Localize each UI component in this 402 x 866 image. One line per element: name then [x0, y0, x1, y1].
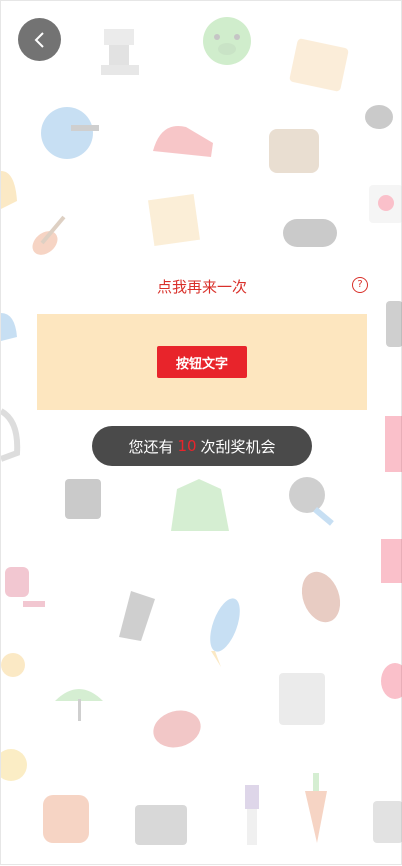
headphones-icon	[1, 408, 21, 462]
scratch-card-button[interactable]: 按钮文字	[157, 346, 247, 378]
frying-pan-icon	[289, 477, 334, 526]
tshirt-icon	[65, 479, 101, 519]
pig-icon	[203, 17, 251, 65]
vacuum-icon	[5, 567, 45, 607]
chances-count: 10	[177, 437, 197, 455]
chances-suffix: 次刮奖机会	[200, 437, 276, 456]
question-circle-icon[interactable]: ?	[352, 277, 368, 293]
gamepad-icon	[283, 219, 337, 247]
rocket-icon	[210, 598, 240, 667]
football-icon	[301, 571, 341, 623]
chances-prefix: 您还有	[128, 437, 174, 456]
notebook-icon	[289, 38, 349, 92]
balloon-icon	[381, 663, 402, 699]
carrot-icon	[305, 773, 327, 843]
helmet-icon	[41, 107, 99, 159]
action-camera-icon	[135, 805, 187, 845]
remaining-chances-badge: 您还有 10 次刮奖机会	[92, 426, 312, 466]
watch-icon	[386, 301, 402, 347]
retry-link[interactable]: 点我再来一次	[1, 276, 402, 297]
calculator-icon	[279, 673, 325, 725]
box-icon	[148, 194, 200, 246]
sunglasses-icon	[365, 105, 393, 129]
back-button[interactable]	[18, 18, 61, 61]
sneaker-icon	[153, 126, 213, 157]
armchair-icon	[269, 129, 319, 173]
chevron-left-icon	[34, 31, 44, 48]
hoodie-icon	[171, 479, 229, 531]
microphone-icon	[1, 653, 25, 677]
guitar-icon	[32, 215, 66, 255]
duck-icon	[1, 749, 27, 781]
umbrella-icon	[55, 689, 103, 721]
camera-icon	[369, 185, 402, 223]
calendar-icon	[381, 539, 402, 583]
chess-piece-icon	[101, 29, 139, 75]
scratch-card-panel[interactable]: 按钮文字	[37, 314, 367, 410]
keyboard-icon	[373, 801, 402, 843]
tablet-icon	[385, 416, 402, 472]
steak-icon	[153, 710, 201, 748]
cap-icon	[1, 313, 17, 341]
jar-icon	[43, 795, 89, 843]
bell-icon	[1, 171, 17, 209]
pen-nib-icon	[119, 591, 155, 641]
paintbrush-icon	[245, 785, 259, 845]
